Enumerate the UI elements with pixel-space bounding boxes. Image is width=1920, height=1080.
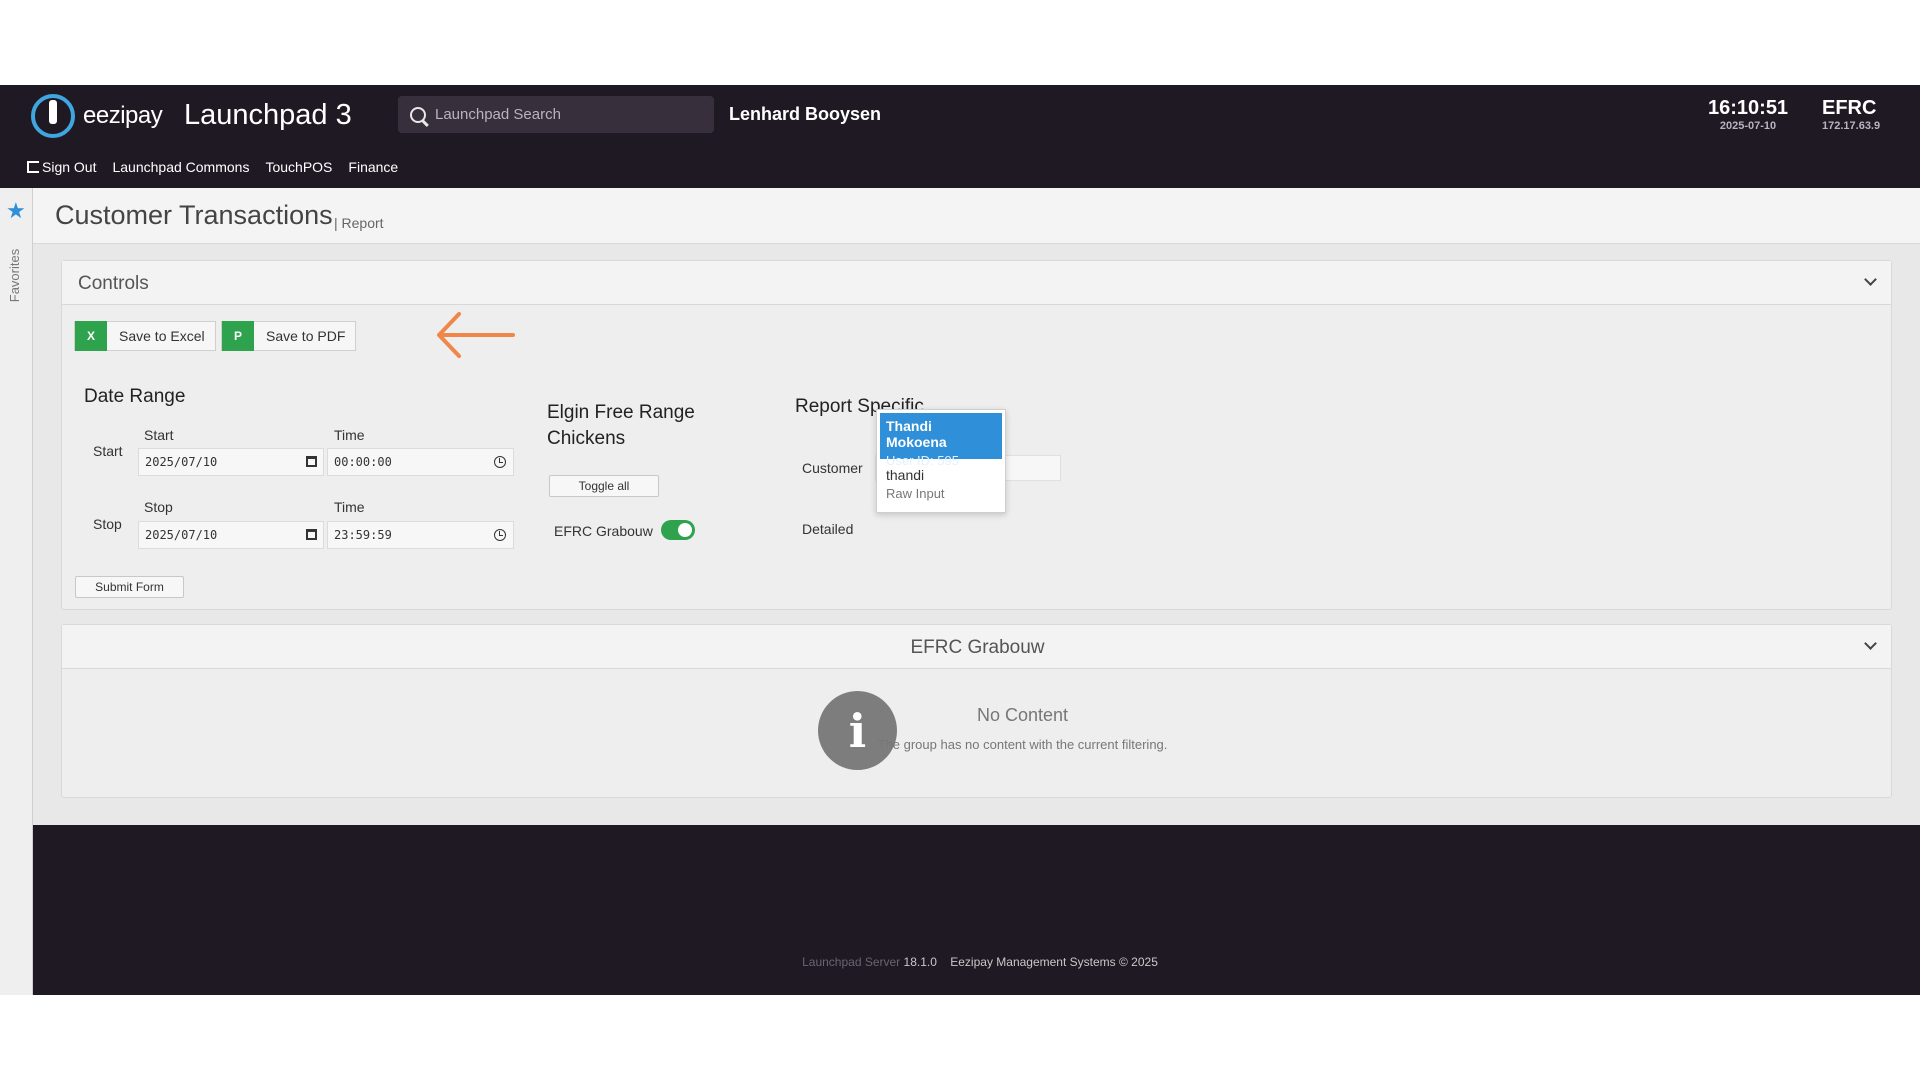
page-subtitle: | Report [334, 215, 384, 231]
stop-date-value: 2025/07/10 [145, 528, 218, 542]
date-range-title: Date Range [84, 386, 186, 407]
stop-row-label: Stop [93, 516, 122, 532]
excel-file-icon: X [75, 321, 107, 351]
page-title: Customer Transactions [55, 200, 333, 230]
sign-out-icon [27, 161, 39, 173]
nav-item-touchpos[interactable]: TouchPOS [265, 159, 332, 175]
app-frame: eezipay Launchpad 3 Lenhard Booysen 16:1… [0, 85, 1920, 995]
power-logo-icon [31, 94, 75, 138]
start-date-input[interactable]: 2025/07/10 [138, 448, 324, 476]
customer-suggestions-dropdown: Thandi Mokoena User ID: 595 thandi Raw I… [876, 409, 1006, 513]
suggestion-name: thandi [886, 467, 925, 483]
brand-logo[interactable]: eezipay [31, 94, 163, 138]
save-to-excel-label: Save to Excel [119, 328, 205, 344]
start-time-value: 00:00:00 [334, 455, 392, 469]
start-row-label: Start [93, 443, 123, 459]
info-icon: i [818, 691, 897, 770]
clock-icon[interactable] [494, 456, 506, 468]
launchpad-search[interactable] [398, 96, 714, 133]
results-panel-header[interactable]: EFRC Grabouw [62, 625, 1891, 669]
customer-label: Customer [802, 460, 863, 476]
search-input[interactable] [435, 106, 695, 123]
clock-icon[interactable] [494, 529, 506, 541]
nav-item-finance[interactable]: Finance [348, 159, 398, 175]
main-nav: Sign Out Launchpad Commons TouchPOS Fina… [27, 159, 398, 175]
calendar-icon[interactable] [306, 529, 317, 540]
main-content: Customer Transactions | Report Controls … [33, 188, 1920, 825]
site-toggle-switch[interactable] [661, 520, 695, 540]
stop-time-column-label: Time [334, 499, 365, 515]
favorites-label: Favorites [7, 248, 23, 303]
sign-out-link[interactable]: Sign Out [27, 159, 96, 175]
clock-time: 16:10:51 [1708, 97, 1789, 119]
submit-form-button[interactable]: Submit Form [75, 576, 184, 598]
page-titlebar: Customer Transactions | Report [33, 188, 1920, 244]
suggestion-sub: Raw Input [886, 486, 945, 501]
calendar-icon[interactable] [306, 456, 317, 467]
pdf-file-icon: P [222, 321, 254, 351]
controls-title: Controls [78, 273, 149, 294]
user-name[interactable]: Lenhard Booysen [729, 104, 881, 125]
start-time-input[interactable]: 00:00:00 [327, 448, 514, 476]
search-icon [410, 106, 426, 123]
stop-column-label: Stop [144, 499, 173, 515]
app-title: Launchpad 3 [184, 99, 352, 131]
save-to-pdf-button[interactable]: P Save to PDF [221, 321, 357, 351]
suggestion-name: Thandi Mokoena [886, 418, 947, 450]
suggestion-item[interactable]: Thandi Mokoena User ID: 595 [880, 413, 1002, 468]
toggle-all-button[interactable]: Toggle all [549, 475, 659, 497]
arrow-left-icon [437, 312, 515, 358]
nav-item-launchpad-commons[interactable]: Launchpad Commons [112, 159, 249, 175]
copyright: Eezipay Management Systems © 2025 [950, 955, 1158, 969]
results-title: EFRC Grabouw [910, 637, 1045, 658]
favorites-sidebar[interactable]: ★ Favorites [0, 188, 33, 995]
start-time-column-label: Time [334, 427, 365, 443]
top-header: eezipay Launchpad 3 Lenhard Booysen 16:1… [0, 85, 1920, 188]
sign-out-label: Sign Out [42, 159, 97, 175]
no-content-title: No Content [976, 705, 1069, 725]
clock-date: 2025-07-10 [1719, 120, 1777, 132]
site-ip: 172.17.63.9 [1822, 120, 1881, 132]
chevron-down-icon[interactable] [1864, 273, 1877, 286]
site-name: EFRC [1822, 97, 1877, 119]
site-toggle-label: EFRC Grabouw [554, 523, 653, 539]
server-version: 18.1.0 [903, 955, 937, 969]
no-content-description: The group has no content with the curren… [877, 737, 1168, 752]
save-to-pdf-label: Save to PDF [266, 328, 346, 344]
stop-time-input[interactable]: 23:59:59 [327, 521, 514, 549]
star-icon[interactable]: ★ [6, 198, 26, 224]
stop-time-value: 23:59:59 [334, 528, 392, 542]
results-panel: EFRC Grabouw i No Content The group has … [61, 624, 1892, 798]
group-title: Elgin Free Range Chickens [547, 402, 695, 449]
clock: 16:10:51 2025-07-10 [1708, 97, 1788, 132]
server-label: Launchpad Server [802, 955, 901, 969]
controls-panel-header[interactable]: Controls [62, 261, 1891, 305]
start-column-label: Start [144, 427, 174, 443]
start-date-value: 2025/07/10 [145, 455, 218, 469]
suggestion-item[interactable]: thandi Raw Input [880, 462, 1002, 506]
detailed-label: Detailed [802, 521, 854, 537]
footer: Launchpad Server 18.1.0 Eezipay Manageme… [0, 955, 1920, 969]
save-to-excel-button[interactable]: X Save to Excel [74, 321, 216, 351]
site-info: EFRC 172.17.63.9 [1822, 97, 1880, 132]
stop-date-input[interactable]: 2025/07/10 [138, 521, 324, 549]
logo-text: eezipay [83, 102, 163, 129]
